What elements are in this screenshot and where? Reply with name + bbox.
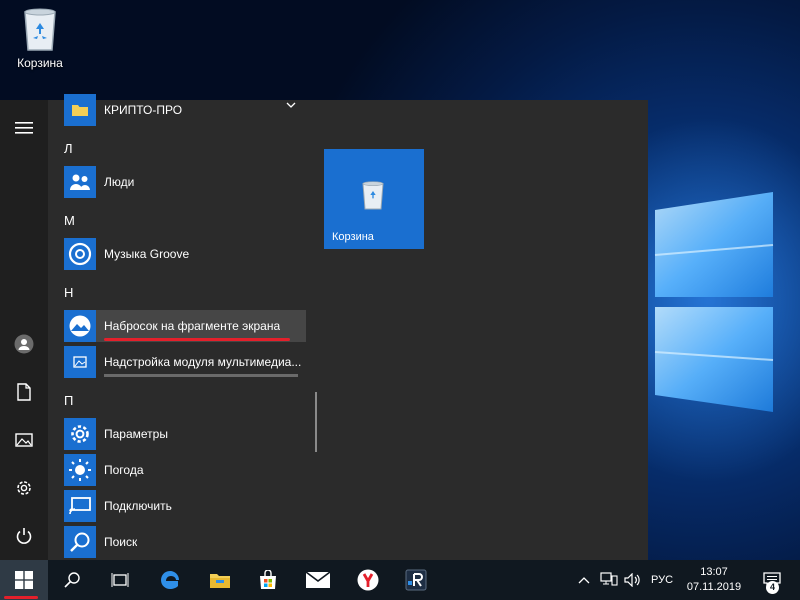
list-item-label: Музыка Groove [104,247,190,261]
volume-icon [624,573,640,587]
folder-icon [64,94,96,126]
action-center-button[interactable]: 4 [752,560,792,600]
gear-icon [64,418,96,450]
list-item-label: Набросок на фрагменте экрана [104,319,281,333]
list-item-crypto-pro[interactable]: КРИПТО-ПРО [64,94,306,126]
start-icon [15,571,33,589]
taskbar-yandex-browser[interactable] [344,560,392,600]
edge-icon [161,571,179,589]
letter-heading-n[interactable]: Н [64,285,73,300]
groove-music-icon [64,238,96,270]
clock-date: 07.11.2019 [686,581,742,593]
tile-label: Корзина [332,231,374,243]
start-button[interactable] [0,560,48,600]
taskbar: РУС 13:07 07.11.2019 4 [0,560,800,600]
recycle-bin-icon [24,8,56,51]
settings-icon [17,481,31,495]
snip-sketch-icon [64,310,96,342]
store-icon [260,570,276,589]
taskbar-mail[interactable] [294,560,342,600]
network-icon [600,572,618,586]
desktop-icon-label: Корзина [17,56,63,70]
taskbar-app-r[interactable] [392,560,440,600]
taskbar-search-button[interactable] [48,560,96,600]
app-list-scrollbar[interactable] [315,392,317,452]
list-item-weather[interactable]: Погода [64,454,306,486]
taskbar-edge[interactable] [146,560,194,600]
red-underline-annotation [104,338,290,341]
settings-button[interactable] [0,468,48,508]
start-menu: КРИПТО-ПРО Л Люди М Музыка Groove Н Набр… [0,94,648,560]
chevron-up-icon [578,577,590,584]
mail-icon [306,572,330,588]
power-icon [16,528,32,544]
pictures-button[interactable] [0,420,48,460]
list-item-people[interactable]: Люди [64,166,306,198]
list-item-label: КРИПТО-ПРО [104,103,183,117]
list-item-groove-music[interactable]: Музыка Groove [64,238,306,270]
taskbar-file-explorer[interactable] [196,560,244,600]
letter-heading-l[interactable]: Л [64,141,73,156]
people-icon [64,166,96,198]
letter-heading-p[interactable]: П [64,393,73,408]
task-view-icon [111,573,129,587]
language-indicator: РУС [650,574,674,586]
show-hidden-icons-button[interactable] [574,560,594,600]
app-r-icon [405,569,427,591]
documents-button[interactable] [0,372,48,412]
clock-button[interactable]: 13:07 07.11.2019 [682,560,746,600]
notification-count-badge: 4 [766,581,779,594]
taskbar-store[interactable] [244,560,292,600]
list-item-label: Параметры [104,427,168,441]
list-item-label: Люди [104,175,135,189]
search-icon [64,526,96,558]
yandex-icon [357,569,379,591]
pictures-icon [15,433,33,447]
document-icon [17,383,31,401]
red-underline-annotation [4,596,38,599]
list-item-label: Подключить [104,499,172,513]
list-item-search[interactable]: Поиск [64,526,306,558]
network-button[interactable] [598,560,620,600]
search-icon [64,572,80,588]
install-progress-bar [104,374,298,377]
recycle-bin-icon [362,181,384,210]
task-view-button[interactable] [96,560,144,600]
user-icon [14,334,34,354]
power-button[interactable] [0,516,48,556]
media-addon-icon [64,346,96,378]
chevron-down-icon[interactable] [286,102,296,108]
list-item-connect[interactable]: Подключить [64,490,306,522]
letter-heading-m[interactable]: М [64,213,75,228]
input-language-button[interactable]: РУС [646,560,678,600]
clock-time: 13:07 [700,566,728,578]
list-item-label: Надстройка модуля мультимедиа... [104,355,302,369]
list-item-label: Поиск [104,535,138,549]
volume-button[interactable] [622,560,644,600]
list-item-settings[interactable]: Параметры [64,418,306,450]
explorer-icon [210,574,230,588]
weather-icon [64,454,96,486]
user-account-button[interactable] [0,324,48,364]
start-rail [0,100,48,560]
app-list: КРИПТО-ПРО Л Люди М Музыка Groove Н Набр… [56,94,316,560]
hamburger-icon [15,122,33,134]
connect-icon [64,490,96,522]
desktop-recycle-bin[interactable]: Корзина [8,6,72,82]
expand-menu-button[interactable] [0,108,48,148]
tile-recycle-bin[interactable]: Корзина [324,149,424,249]
list-item-label: Погода [104,463,144,477]
